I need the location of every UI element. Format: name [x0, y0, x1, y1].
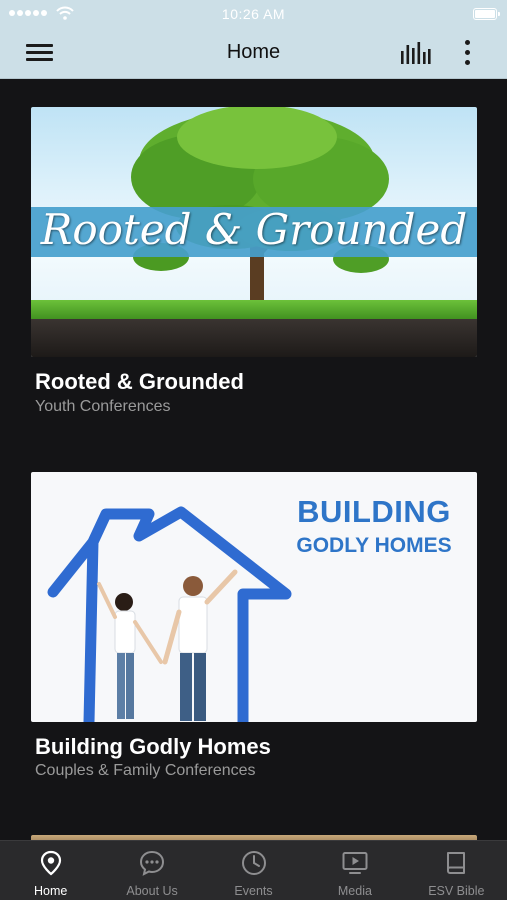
- tab-label: ESV Bible: [428, 884, 485, 898]
- tab-events[interactable]: Events: [203, 841, 304, 900]
- location-pin-icon: [40, 850, 61, 876]
- card-subtitle: Youth Conferences: [35, 398, 171, 415]
- tab-esv-bible[interactable]: ESV Bible: [406, 841, 507, 900]
- tab-about-us[interactable]: About Us: [101, 841, 202, 900]
- status-bar: 10:26 AM: [0, 0, 507, 28]
- book-icon: [447, 852, 466, 874]
- tab-label: Media: [337, 884, 372, 898]
- tab-label: Home: [34, 884, 68, 898]
- card-rooted-grounded[interactable]: Rooted & Grounded Rooted & Grounded Yout…: [31, 107, 477, 415]
- card-building-godly-homes[interactable]: BUILDING GODLY HOMES Building Godly Home…: [31, 472, 477, 779]
- tab-label: Events: [234, 884, 273, 898]
- play-screen-icon: [342, 852, 368, 874]
- status-time: 10:26 AM: [221, 6, 286, 22]
- audio-bars-icon[interactable]: [398, 41, 432, 65]
- nav-bar: Home: [0, 28, 507, 79]
- hamburger-menu-icon[interactable]: [26, 41, 54, 63]
- soil: [31, 319, 477, 357]
- tab-media[interactable]: Media: [304, 841, 405, 900]
- image-title-line2: GODLY HOMES: [296, 534, 452, 557]
- card-image-building-godly-homes: BUILDING GODLY HOMES: [31, 472, 477, 722]
- image-title-text: Rooted & Grounded: [40, 205, 468, 254]
- card-subtitle: Couples & Family Conferences: [35, 762, 256, 779]
- tab-label: About Us: [126, 884, 178, 898]
- card-title: Rooted & Grounded: [35, 369, 244, 394]
- battery-icon: [473, 8, 500, 20]
- tab-home[interactable]: Home: [0, 841, 101, 900]
- card-image-rooted-grounded: Rooted & Grounded: [31, 107, 477, 357]
- more-options-icon[interactable]: [458, 39, 478, 67]
- clock-icon: [241, 851, 266, 875]
- image-title-line1: BUILDING: [297, 494, 451, 529]
- tab-bar: Home About Us Events Media ESV Bible: [0, 840, 507, 900]
- card-title: Building Godly Homes: [35, 734, 271, 759]
- grass: [31, 300, 477, 320]
- chat-bubble-icon: [140, 850, 165, 876]
